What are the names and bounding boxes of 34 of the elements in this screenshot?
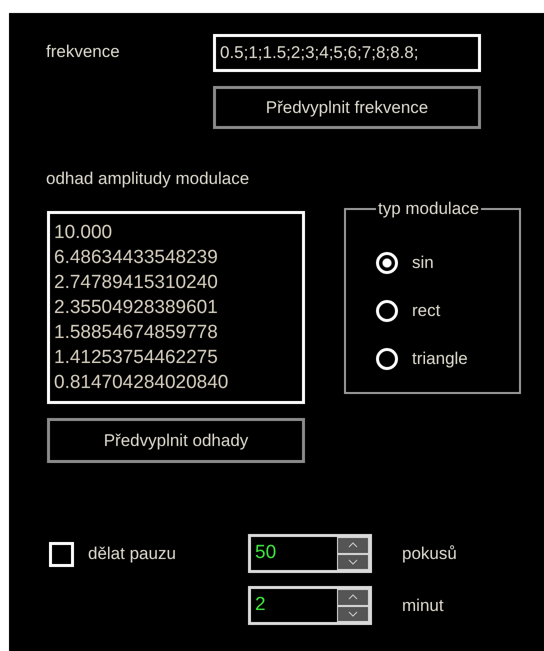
estimate-line: 6.48634433548239 xyxy=(54,246,219,270)
estimate-textarea[interactable]: 10.000 6.48634433548239 2.74789415310240 2.35504928389601 1.58854674859778 1.41253754462275 0.814704284020840 xyxy=(47,211,305,404)
prefill-frequency-button[interactable]: Předvyplnit frekvence xyxy=(213,86,481,129)
radio-button[interactable] xyxy=(376,300,398,322)
up-caret-icon xyxy=(348,542,358,548)
modulation-title: typ modulace xyxy=(377,199,480,219)
frequency-label: frekvence xyxy=(46,42,121,63)
estimate-label: odhad amplitudy modulace xyxy=(46,169,250,189)
estimate-line: 0.814704284020840 xyxy=(54,371,230,395)
pause-label: dělat pauzu xyxy=(88,544,176,564)
estimate-line: 1.58854674859778 xyxy=(54,321,219,345)
up-caret-icon xyxy=(348,594,358,600)
estimate-line: 2.35504928389601 xyxy=(54,296,219,320)
frequency-field[interactable]: 0.5;1;1.5;2;3;4;5;6;7;8;8.8; xyxy=(213,34,481,72)
radio-label: sin xyxy=(412,253,434,273)
spin-down-button[interactable] xyxy=(338,606,368,621)
estimate-line: 10.000 xyxy=(54,221,114,245)
spin-down-button[interactable] xyxy=(338,554,368,569)
estimate-line: 1.41253754462275 xyxy=(54,346,219,370)
unit-label: minut xyxy=(402,596,444,616)
radio-button[interactable] xyxy=(376,252,398,274)
unit-label: pokusů xyxy=(402,544,457,564)
number-spinner[interactable]: 2 xyxy=(248,586,372,625)
down-caret-icon xyxy=(348,610,358,617)
radio-label: rect xyxy=(412,301,440,321)
pause-checkbox[interactable] xyxy=(49,542,74,566)
down-caret-icon xyxy=(348,558,358,565)
estimate-line: 2.74789415310240 xyxy=(54,271,219,295)
spin-up-button[interactable] xyxy=(338,590,368,604)
number-spinner[interactable]: 50 xyxy=(248,534,372,573)
prefill-estimates-button[interactable]: Předvyplnit odhady xyxy=(47,418,305,463)
spin-up-button[interactable] xyxy=(338,538,368,552)
radio-button[interactable] xyxy=(376,348,398,370)
radio-label: triangle xyxy=(412,349,468,369)
